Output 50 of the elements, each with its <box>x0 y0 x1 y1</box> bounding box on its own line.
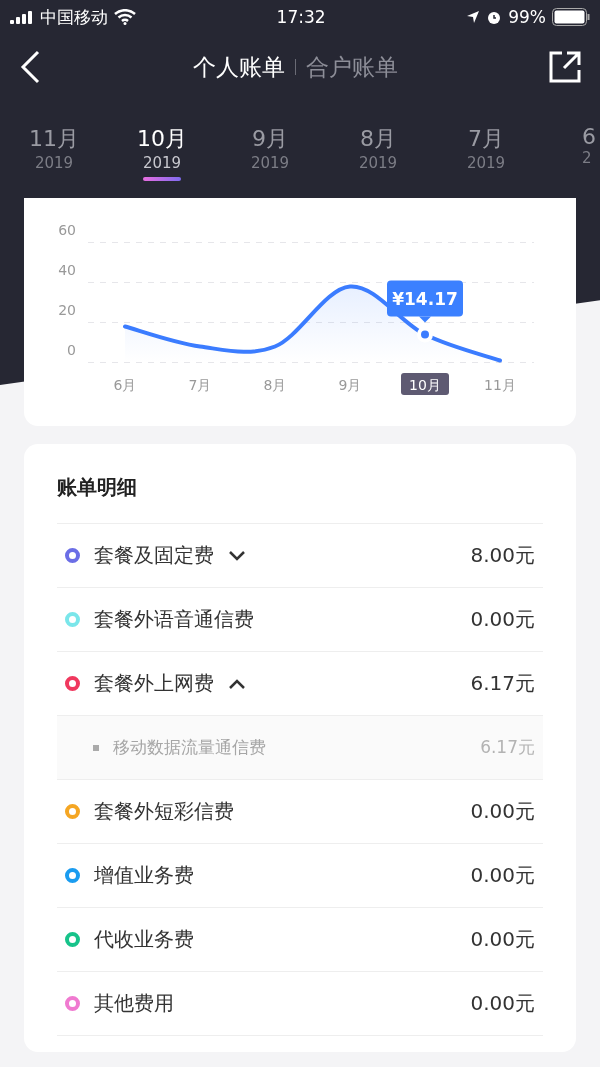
item-amount: 0.00元 <box>470 926 535 953</box>
month-tab[interactable]: 8月 2019 <box>324 124 432 181</box>
carrier-name: 中国移动 <box>40 5 108 29</box>
month-tab[interactable]: 7月 2019 <box>432 124 540 181</box>
data-point <box>417 326 433 343</box>
section-title: 账单明细 <box>57 474 543 524</box>
bill-tab[interactable]: 合户账单 <box>305 51 398 83</box>
bullet-icon <box>93 744 99 751</box>
month-tab[interactable]: 6 2 <box>582 124 600 176</box>
item-amount: 0.00元 <box>470 798 535 825</box>
wifi-icon <box>114 9 136 25</box>
back-button[interactable] <box>18 49 42 85</box>
item-amount: 0.00元 <box>470 606 535 633</box>
item-amount: 8.00元 <box>470 542 535 569</box>
axis-label: 11月 <box>484 377 516 393</box>
tooltip-value: ¥14.17 <box>392 288 458 309</box>
item-label: 套餐及固定费 <box>94 542 214 569</box>
share-button[interactable] <box>548 50 582 84</box>
item-label: 套餐外短彩信费 <box>94 798 234 825</box>
axis-label: 0 <box>67 341 76 358</box>
axis-label: 60 <box>58 221 76 238</box>
selected-month-marker <box>401 373 449 395</box>
sub-item-amount: 6.17元 <box>480 736 535 759</box>
status-time: 17:32 <box>276 7 326 27</box>
axis-label: 40 <box>58 261 76 278</box>
axis-label: 20 <box>58 301 76 318</box>
axis-label: 7月 <box>188 377 212 393</box>
item-amount: 6.17元 <box>470 670 535 697</box>
location-arrow-icon <box>466 10 481 24</box>
month-tab[interactable]: 10月 2019 <box>108 124 216 181</box>
sub-item-label: 移动数据流量通信费 <box>113 736 266 759</box>
month-tab[interactable]: 9月 2019 <box>216 124 324 181</box>
item-amount: 0.00元 <box>470 862 535 889</box>
item-amount: 0.00元 <box>470 990 535 1017</box>
month-tab[interactable]: 11月 2019 <box>0 124 108 181</box>
item-label: 代收业务费 <box>94 926 194 953</box>
axis-label: 6月 <box>113 377 137 393</box>
axis-label: 8月 <box>263 377 287 393</box>
item-label: 其他费用 <box>94 990 174 1017</box>
battery-percent: 99% <box>508 7 546 27</box>
axis-label: 10月 <box>409 377 441 393</box>
axis-label: 9月 <box>338 377 362 393</box>
battery-icon <box>552 8 590 26</box>
bill-item[interactable]: 套餐及固定费 8.00元 <box>57 524 543 588</box>
item-label: 增值业务费 <box>94 862 194 889</box>
item-label: 套餐外语音通信费 <box>94 606 254 633</box>
bill-tab[interactable]: 个人账单 <box>192 51 285 83</box>
signal-icon <box>10 10 34 24</box>
item-label: 套餐外上网费 <box>94 670 214 697</box>
alarm-clock-icon <box>486 9 503 25</box>
